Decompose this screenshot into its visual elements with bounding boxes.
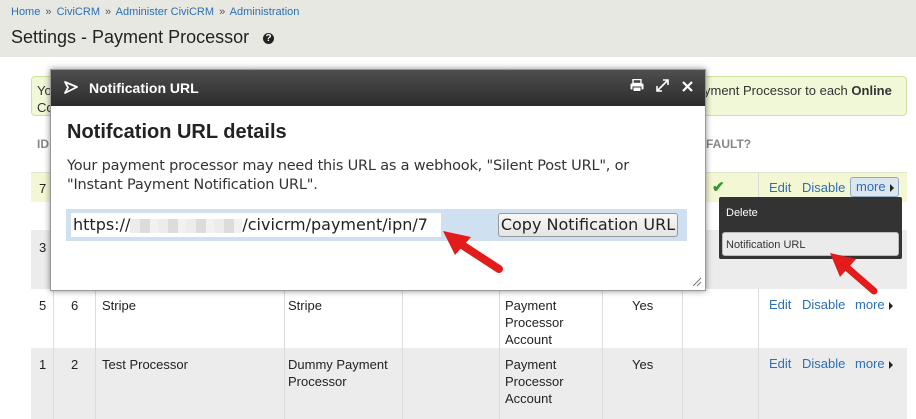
edit-link[interactable]: Edit [769,297,791,312]
cell-col2: 2 [71,357,79,372]
column-header-default[interactable]: FAULT? [706,137,751,151]
resize-handle-icon[interactable] [692,277,702,287]
breadcrumb-separator: » [219,6,226,18]
cell-name: Stripe [102,298,136,313]
more-button[interactable]: more [855,356,893,371]
cell-type: Stripe [288,298,322,313]
redacted-domain [130,218,243,233]
breadcrumb-separator: » [45,6,52,18]
url-bar: https:///civicrm/payment/ipn/7 Copy Noti… [66,209,687,241]
disable-link[interactable]: Disable [802,356,845,371]
copy-notification-url-button[interactable]: Copy Notification URL [498,213,678,237]
breadcrumb: Home » CiviCRM » Administer CiviCRM » Ad… [11,6,299,18]
edit-link[interactable]: Edit [769,180,791,195]
cell-enabled: Yes [632,357,654,372]
message-text-right: yment Processor to each Online [704,83,892,98]
cell-name: Test Processor [102,357,188,372]
breadcrumb-administration[interactable]: Administration [230,6,300,18]
table-row: 5 6 Stripe Stripe Payment Processor Accoun… [31,289,907,348]
disable-link[interactable]: Disable [802,297,845,312]
cell-enabled: Yes [632,298,654,313]
table-row: 1 2 Test Processor Dummy Payment Processo… [31,348,907,419]
cell-financial-account: Payment Processor Account [505,357,564,406]
print-icon[interactable] [630,78,644,95]
cell-financial-account: Payment Processor Account [505,298,564,347]
cell-id: 3 [39,240,47,255]
breadcrumb-administer-civicrm[interactable]: Administer CiviCRM [116,6,214,18]
breadcrumb-home[interactable]: Home [11,6,40,18]
column-header-id[interactable]: ID [37,137,49,151]
cell-id: 1 [39,357,47,372]
edit-link[interactable]: Edit [769,356,791,371]
more-button-active[interactable]: more [850,177,899,197]
maximize-icon[interactable] [656,79,669,95]
close-icon[interactable] [682,79,693,95]
page-header: Home » CiviCRM » Administer CiviCRM » Ad… [0,0,916,57]
breadcrumb-separator: » [105,6,112,18]
dialog-heading: Notifcation URL details [67,121,287,143]
notification-url-dialog: Notification URL Notifcation URL details… [50,69,706,291]
dialog-titlebar[interactable]: Notification URL [51,70,705,106]
cell-id: 7 [39,181,47,196]
breadcrumb-civicrm[interactable]: CiviCRM [57,6,100,18]
check-icon: ✔ [712,179,725,196]
annotation-arrow-icon [830,253,878,295]
cell-col2: 6 [71,298,79,313]
dialog-title: Notification URL [89,80,199,96]
annotation-arrow-icon [443,231,503,273]
notification-url-field[interactable]: https:///civicrm/payment/ipn/7 [71,213,441,237]
disable-link[interactable]: Disable [802,180,845,195]
cell-type: Dummy Payment Processor [288,357,388,389]
civicrm-logo-icon [64,81,78,94]
cell-id: 5 [39,298,47,313]
more-button[interactable]: more [855,297,893,312]
dialog-description: Your payment processor may need this URL… [67,158,630,193]
help-icon[interactable]: ? [263,33,274,44]
page-title: Settings - Payment Processor [11,27,250,47]
menu-item-delete[interactable]: Delete [726,207,758,219]
